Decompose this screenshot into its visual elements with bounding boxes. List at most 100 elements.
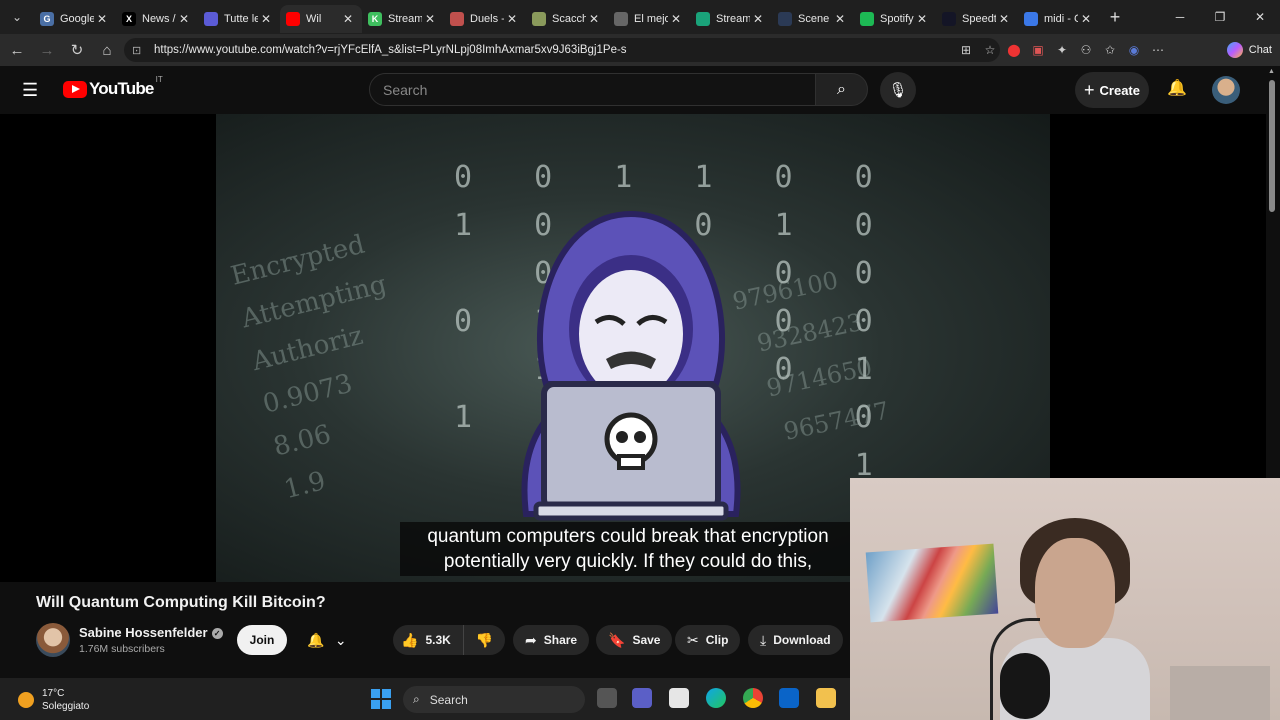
close-tab-icon[interactable]: ✕	[1078, 12, 1094, 26]
dislike-button[interactable]: 👎	[464, 632, 505, 649]
close-tab-icon[interactable]: ✕	[914, 12, 930, 26]
extension-gift-icon[interactable]: ▣	[1026, 43, 1050, 57]
more-menu-icon[interactable]: ⋯	[1146, 43, 1170, 57]
taskbar-search[interactable]: ⌕ Search	[403, 686, 585, 713]
join-button[interactable]: Join	[237, 625, 287, 655]
clip-button[interactable]: ✂ Clip	[675, 625, 741, 655]
file-explorer-icon[interactable]	[816, 688, 836, 708]
window-controls: ─ ❐ ✕	[1160, 0, 1280, 34]
extension-red-icon[interactable]: ⬤	[1002, 43, 1026, 57]
tab-title: Google	[60, 13, 94, 25]
user-avatar[interactable]	[1212, 76, 1240, 104]
windows-start-button[interactable]	[371, 689, 391, 709]
notifications-bell-icon[interactable]: 🔔	[1165, 78, 1189, 98]
browser-tab[interactable]: Duels - ✕	[444, 5, 526, 33]
tab-title: Duels -	[470, 13, 504, 25]
wall-painting	[865, 543, 999, 623]
teams-icon[interactable]	[632, 688, 652, 708]
subscription-notify-button[interactable]: 🔔 ⌄	[298, 625, 356, 655]
calendar-app-icon[interactable]	[669, 688, 689, 708]
close-tab-icon[interactable]: ✕	[750, 12, 766, 26]
url-text: https://www.youtube.com/watch?v=rjYFcElf…	[154, 44, 627, 56]
task-view-icon[interactable]	[597, 688, 617, 708]
favorites-icon[interactable]: ✩	[1098, 43, 1122, 57]
browser-tab[interactable]: Streaml✕	[690, 5, 772, 33]
browser-tab[interactable]: Speedt ✕	[936, 5, 1018, 33]
browser-extensions: ⊞ ☆ ⬤ ▣ ✦ ⚇ ✩ ◉ ⋯	[954, 34, 1170, 66]
reader-view-icon[interactable]: ⊞	[954, 43, 978, 57]
weather-widget[interactable]: 17°C Soleggiato	[18, 687, 89, 713]
tab-title: El mejo	[634, 13, 668, 25]
close-window-button[interactable]: ✕	[1240, 0, 1280, 34]
edge-browser-icon[interactable]	[706, 688, 726, 708]
close-tab-icon[interactable]: ✕	[94, 12, 110, 26]
chrome-browser-icon[interactable]	[743, 688, 763, 708]
browser-tab[interactable]: K Stream ✕	[362, 5, 444, 33]
tab-title: News /	[142, 13, 176, 25]
reload-button[interactable]: ↻	[62, 41, 92, 59]
tab-actions-chevron-icon[interactable]: ⌄	[0, 0, 34, 34]
youtube-play-icon	[63, 80, 87, 98]
share-button[interactable]: ➦ Share	[513, 625, 590, 655]
caption-line-2: potentially very quickly. If they could …	[443, 551, 813, 572]
like-button[interactable]: 👍 5.3K	[393, 625, 464, 655]
copilot-chat-button[interactable]: Chat	[1226, 40, 1272, 60]
caption-line-1: quantum computers could break that encry…	[427, 526, 829, 547]
minimize-button[interactable]: ─	[1160, 0, 1200, 34]
channel-avatar[interactable]	[36, 623, 70, 657]
browser-tab[interactable]: Spotify ✕	[854, 5, 936, 33]
browser-tab[interactable]: G Google ✕	[34, 5, 116, 33]
tab-favicon-icon: X	[122, 12, 136, 26]
browser-tab[interactable]: El mejo ✕	[608, 5, 690, 33]
search-input[interactable]: Search	[369, 73, 816, 106]
weather-condition: Soleggiato	[42, 701, 90, 712]
profile-ring-icon[interactable]: ◉	[1122, 43, 1146, 57]
scrollbar-thumb[interactable]	[1269, 80, 1275, 212]
encrypted-text-background: Encrypted Attempting Authoriz 0.9073 8.0…	[227, 229, 390, 506]
video-captions: quantum computers could break that encry…	[400, 522, 856, 576]
chevron-down-icon: ⌄	[334, 631, 347, 648]
home-button[interactable]: ⌂	[92, 42, 122, 59]
subscriber-count: 1.76M subscribers	[79, 643, 165, 655]
close-tab-icon[interactable]: ✕	[340, 12, 356, 26]
browser-tab[interactable]: Scene E✕	[772, 5, 854, 33]
voice-search-button[interactable]: 🎙	[880, 72, 916, 108]
close-tab-icon[interactable]: ✕	[422, 12, 438, 26]
close-tab-icon[interactable]: ✕	[996, 12, 1012, 26]
site-info-icon[interactable]: ⊡	[132, 44, 148, 57]
tab-favicon-icon	[942, 12, 956, 26]
channel-name[interactable]: Sabine Hossenfelder ✓	[79, 625, 223, 640]
save-button[interactable]: 🔖 Save	[596, 625, 673, 655]
close-tab-icon[interactable]: ✕	[258, 12, 274, 26]
back-button[interactable]: ←	[2, 42, 32, 59]
close-tab-icon[interactable]: ✕	[504, 12, 520, 26]
close-tab-icon[interactable]: ✕	[586, 12, 602, 26]
tab-favicon-icon	[286, 12, 300, 26]
browser-tab[interactable]: Wil ✕	[280, 5, 362, 33]
maximize-button[interactable]: ❐	[1200, 0, 1240, 34]
download-button[interactable]: ⤓ Download	[748, 625, 843, 655]
split-screen-icon[interactable]: ⚇	[1074, 43, 1098, 57]
create-button[interactable]: + Create	[1075, 72, 1149, 108]
extensions-icon[interactable]: ✦	[1050, 43, 1074, 57]
forward-button[interactable]: →	[32, 42, 62, 59]
browser-tab[interactable]: midi - C ✕	[1018, 5, 1100, 33]
browser-tab[interactable]: X News / ✕	[116, 5, 198, 33]
close-tab-icon[interactable]: ✕	[668, 12, 684, 26]
close-tab-icon[interactable]: ✕	[176, 12, 192, 26]
close-tab-icon[interactable]: ✕	[832, 12, 848, 26]
youtube-logo[interactable]: YouTube IT	[63, 75, 163, 99]
outlook-icon[interactable]	[779, 688, 799, 708]
menu-icon[interactable]: ☰	[22, 80, 44, 101]
url-field[interactable]: ⊡ https://www.youtube.com/watch?v=rjYFcE…	[124, 38, 1000, 62]
browser-tab[interactable]: Scacchi✕	[526, 5, 608, 33]
youtube-header: ☰ YouTube IT Search ⌕ 🎙 + Create 🔔	[0, 66, 1266, 114]
browser-tab[interactable]: Tutte le ✕	[198, 5, 280, 33]
tab-favicon-icon	[532, 12, 546, 26]
scroll-up-arrow-icon[interactable]: ▲	[1268, 68, 1275, 75]
share-arrow-icon: ➦	[525, 631, 537, 648]
search-button[interactable]: ⌕	[815, 73, 868, 106]
new-tab-button[interactable]: +	[1100, 7, 1130, 28]
favorite-star-icon[interactable]: ☆	[978, 43, 1002, 57]
tab-title: Stream	[388, 13, 422, 25]
